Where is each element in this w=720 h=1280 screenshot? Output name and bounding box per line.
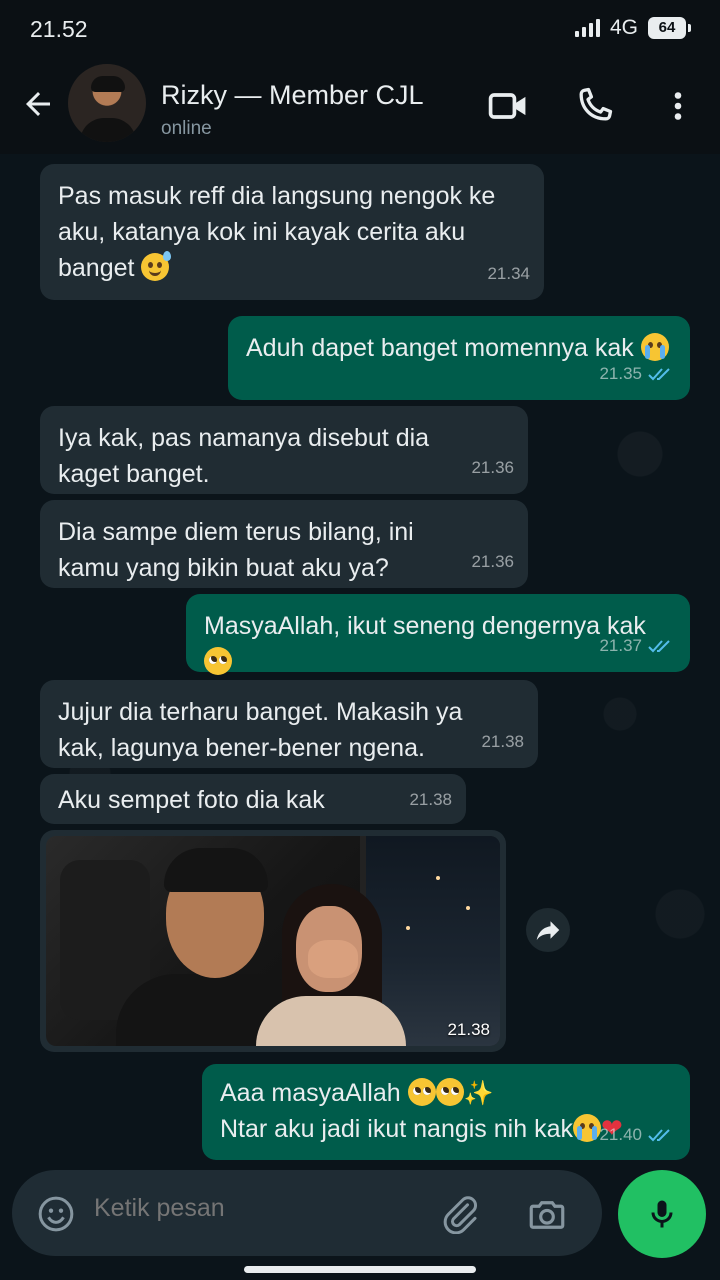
input-container[interactable] (12, 1170, 602, 1256)
photo-thumbnail[interactable]: 21.38 (46, 836, 500, 1046)
image-message[interactable]: 21.38 (40, 830, 506, 1052)
message-text-line1: Aaa masyaAllah ✨ (220, 1076, 672, 1111)
sparkles-emoji: ✨ (463, 1080, 494, 1107)
contact-status: online (161, 118, 212, 139)
message-text: Dia sampe diem terus bilang, ini kamu ya… (58, 518, 414, 582)
pleading-face-emoji (407, 1078, 436, 1106)
read-ticks-icon (648, 368, 670, 381)
status-time: 21.52 (30, 16, 88, 42)
message-text: Aku sempet foto dia kak (58, 786, 325, 814)
chat-header: Rizky — Member CJL online (0, 58, 720, 154)
message-incoming[interactable]: Aku sempet foto dia kak 21.38 (40, 774, 466, 824)
message-time: 21.34 (487, 264, 530, 283)
avatar[interactable] (68, 64, 146, 142)
message-input[interactable] (94, 1194, 424, 1223)
pleading-face-emoji (204, 647, 232, 675)
more-vert-icon[interactable] (660, 84, 696, 128)
emoji-icon[interactable] (36, 1194, 76, 1234)
message-outgoing[interactable]: MasyaAllah, ikut seneng dengernya kak 21… (186, 594, 690, 675)
message-time: 21.38 (481, 732, 524, 751)
mic-button[interactable] (618, 1170, 706, 1258)
message-time: 21.36 (471, 552, 514, 571)
message-incoming[interactable]: Iya kak, pas namanya disebut dia kaget b… (40, 406, 528, 494)
pleading-face-emoji (435, 1078, 464, 1106)
back-arrow-icon[interactable] (20, 86, 56, 122)
network-type: 4G (609, 16, 638, 39)
video-call-icon[interactable] (486, 84, 530, 128)
message-time: 21.37 (599, 628, 676, 664)
camera-icon[interactable] (526, 1194, 568, 1236)
message-time: 21.36 (471, 458, 514, 477)
battery-icon: 64 (648, 17, 691, 39)
contact-name[interactable]: Rizky — Member CJL (161, 80, 424, 111)
message-outgoing[interactable]: Aaa masyaAllah ✨ Ntar aku jadi ikut nang… (202, 1064, 690, 1160)
message-text: Jujur dia terharu banget. Makasih ya kak… (58, 698, 463, 762)
message-composer (0, 1170, 720, 1280)
forward-icon (536, 921, 560, 940)
message-text: Pas masuk reff dia langsung nengok ke ak… (58, 182, 496, 282)
message-time: 21.35 (599, 356, 676, 392)
forward-button[interactable] (526, 908, 570, 952)
phone-icon[interactable] (572, 84, 616, 128)
mic-icon (651, 1200, 673, 1228)
message-outgoing[interactable]: Aduh dapet banget momennya kak 21.35 (228, 316, 690, 400)
message-text: Iya kak, pas namanya disebut dia kaget b… (58, 424, 430, 488)
loudly-crying-emoji (572, 1114, 601, 1142)
read-ticks-icon (648, 1129, 670, 1142)
attach-icon[interactable] (440, 1194, 480, 1234)
chat-area[interactable]: Pas masuk reff dia langsung nengok ke ak… (0, 154, 720, 1170)
read-ticks-icon (648, 640, 670, 653)
message-time: 21.38 (409, 790, 452, 809)
message-incoming[interactable]: Pas masuk reff dia langsung nengok ke ak… (40, 164, 544, 300)
message-time: 21.38 (447, 1020, 490, 1039)
signal-icon (574, 19, 600, 37)
message-incoming[interactable]: Jujur dia terharu banget. Makasih ya kak… (40, 680, 538, 768)
sweat-smile-emoji (141, 251, 172, 281)
message-time: 21.40 (599, 1118, 676, 1152)
message-incoming[interactable]: Dia sampe diem terus bilang, ini kamu ya… (40, 500, 528, 588)
home-indicator[interactable] (244, 1266, 476, 1273)
status-bar: 21.52 4G 64 (0, 0, 720, 58)
status-indicators: 4G 64 (574, 16, 691, 40)
